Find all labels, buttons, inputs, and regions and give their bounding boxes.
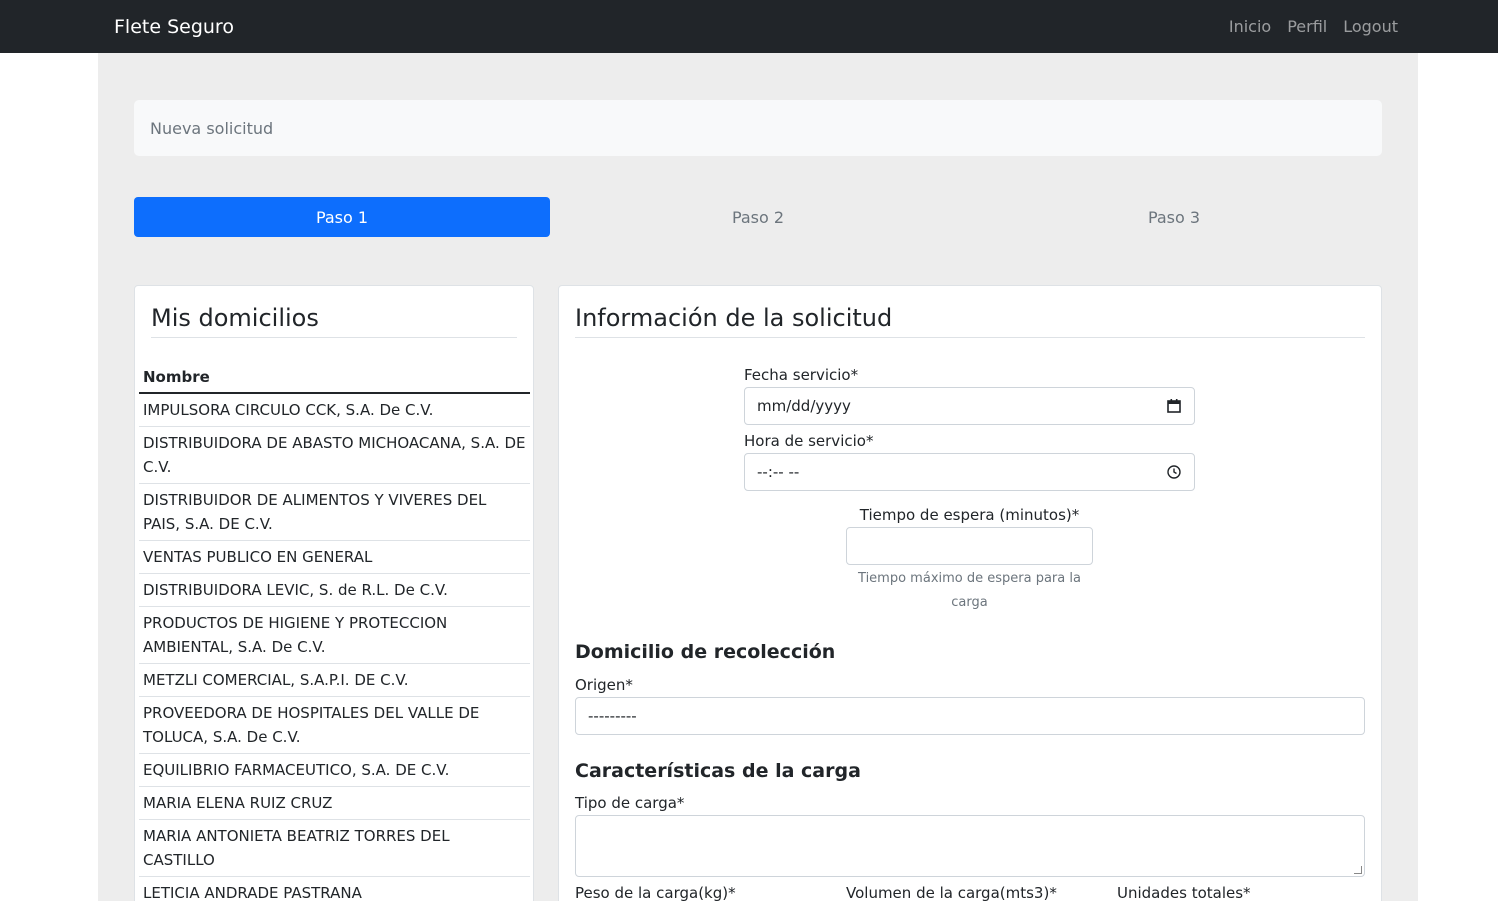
- step-tabs: Paso 1 Paso 2 Paso 3: [134, 197, 1382, 237]
- main-container: Nueva solicitud Paso 1 Paso 2 Paso 3 Mis…: [98, 53, 1418, 901]
- table-row[interactable]: EQUILIBRIO FARMACEUTICO, S.A. DE C.V.: [139, 753, 530, 787]
- table-cell: DISTRIBUIDORA DE ABASTO MICHOACANA, S.A.…: [139, 426, 530, 484]
- table-row[interactable]: IMPULSORA CIRCULO CCK, S.A. De C.V.: [139, 393, 530, 427]
- table-cell: EQUILIBRIO FARMACEUTICO, S.A. DE C.V.: [139, 753, 530, 787]
- origen-value: ---------: [588, 707, 637, 725]
- table-cell: LETICIA ANDRADE PASTRANA: [139, 876, 530, 901]
- espera-group: Tiempo de espera (minutos)* Tiempo máxim…: [846, 506, 1093, 615]
- nav-link-perfil[interactable]: Perfil: [1287, 17, 1327, 36]
- carga-heading: Características de la carga: [575, 760, 861, 782]
- fecha-value: mm/dd/yyyy: [757, 397, 851, 415]
- table-cell: PROVEEDORA DE HOSPITALES DEL VALLE DE TO…: [139, 696, 530, 754]
- breadcrumb: Nueva solicitud: [134, 100, 1382, 156]
- espera-label: Tiempo de espera (minutos)*: [859, 506, 1080, 524]
- table-cell: MARIA ELENA RUIZ CRUZ: [139, 786, 530, 820]
- fecha-group: Fecha servicio* mm/dd/yyyy: [744, 366, 1195, 425]
- tipo-textarea[interactable]: [575, 815, 1365, 877]
- step-tab-3[interactable]: Paso 3: [966, 197, 1382, 237]
- step-tab-1[interactable]: Paso 1: [134, 197, 550, 237]
- table-row[interactable]: LETICIA ANDRADE PASTRANA: [139, 876, 530, 901]
- peso-label: Peso de la carga(kg)*: [575, 884, 736, 901]
- recoleccion-heading: Domicilio de recolección: [575, 641, 836, 663]
- solicitud-card: Información de la solicitud Fecha servic…: [558, 285, 1382, 901]
- tipo-group: Tipo de carga*: [575, 794, 1365, 877]
- domicilios-table: Nombre IMPULSORA CIRCULO CCK, S.A. De C.…: [139, 364, 530, 901]
- table-row[interactable]: DISTRIBUIDOR DE ALIMENTOS Y VIVERES DEL …: [139, 483, 530, 541]
- unidades-label: Unidades totales*: [1117, 884, 1251, 901]
- nav-link-inicio[interactable]: Inicio: [1229, 17, 1271, 36]
- breadcrumb-item: Nueva solicitud: [150, 118, 274, 138]
- solicitud-title: Información de la solicitud: [575, 286, 1365, 338]
- fecha-input[interactable]: mm/dd/yyyy: [744, 387, 1195, 425]
- tipo-label: Tipo de carga*: [575, 794, 685, 812]
- table-row[interactable]: DISTRIBUIDORA LEVIC, S. de R.L. De C.V.: [139, 573, 530, 607]
- espera-help: Tiempo máximo de espera para la carga: [858, 571, 1081, 610]
- domicilios-card: Mis domicilios Nombre IMPULSORA CIRCULO …: [134, 285, 534, 901]
- table-cell: DISTRIBUIDORA LEVIC, S. de R.L. De C.V.: [139, 573, 530, 607]
- clock-icon[interactable]: [1166, 464, 1182, 480]
- resize-handle-icon[interactable]: [1354, 866, 1362, 874]
- table-cell: DISTRIBUIDOR DE ALIMENTOS Y VIVERES DEL …: [139, 483, 530, 541]
- fecha-label: Fecha servicio*: [744, 366, 859, 384]
- top-navbar: Flete Seguro Inicio Perfil Logout: [0, 0, 1498, 53]
- origen-group: Origen* ---------: [575, 676, 1365, 735]
- hora-value: --:-- --: [757, 463, 800, 481]
- hora-input[interactable]: --:-- --: [744, 453, 1195, 491]
- table-cell: IMPULSORA CIRCULO CCK, S.A. De C.V.: [139, 393, 530, 427]
- table-cell: METZLI COMERCIAL, S.A.P.I. DE C.V.: [139, 663, 530, 697]
- table-row[interactable]: PRODUCTOS DE HIGIENE Y PROTECCION AMBIEN…: [139, 606, 530, 664]
- table-row[interactable]: VENTAS PUBLICO EN GENERAL: [139, 540, 530, 574]
- table-row[interactable]: MARIA ELENA RUIZ CRUZ: [139, 786, 530, 820]
- table-row[interactable]: DISTRIBUIDORA DE ABASTO MICHOACANA, S.A.…: [139, 426, 530, 484]
- table-cell: VENTAS PUBLICO EN GENERAL: [139, 540, 530, 574]
- table-cell: PRODUCTOS DE HIGIENE Y PROTECCION AMBIEN…: [139, 606, 530, 664]
- origen-select[interactable]: ---------: [575, 697, 1365, 735]
- step-tab-2[interactable]: Paso 2: [550, 197, 966, 237]
- nav-links: Inicio Perfil Logout: [1229, 17, 1398, 36]
- hora-label: Hora de servicio*: [744, 432, 874, 450]
- espera-input[interactable]: [846, 527, 1093, 565]
- domicilios-title: Mis domicilios: [151, 286, 517, 338]
- table-row[interactable]: PROVEEDORA DE HOSPITALES DEL VALLE DE TO…: [139, 696, 530, 754]
- volumen-label: Volumen de la carga(mts3)*: [846, 884, 1057, 901]
- nav-link-logout[interactable]: Logout: [1343, 17, 1398, 36]
- table-cell: MARIA ANTONIETA BEATRIZ TORRES DEL CASTI…: [139, 819, 530, 877]
- hora-group: Hora de servicio* --:-- --: [744, 432, 1195, 491]
- brand-logo[interactable]: Flete Seguro: [114, 16, 234, 38]
- table-row[interactable]: MARIA ANTONIETA BEATRIZ TORRES DEL CASTI…: [139, 819, 530, 877]
- calendar-icon[interactable]: [1166, 398, 1182, 414]
- origen-label: Origen*: [575, 676, 633, 694]
- column-header-nombre: Nombre: [139, 364, 530, 394]
- table-row[interactable]: METZLI COMERCIAL, S.A.P.I. DE C.V.: [139, 663, 530, 697]
